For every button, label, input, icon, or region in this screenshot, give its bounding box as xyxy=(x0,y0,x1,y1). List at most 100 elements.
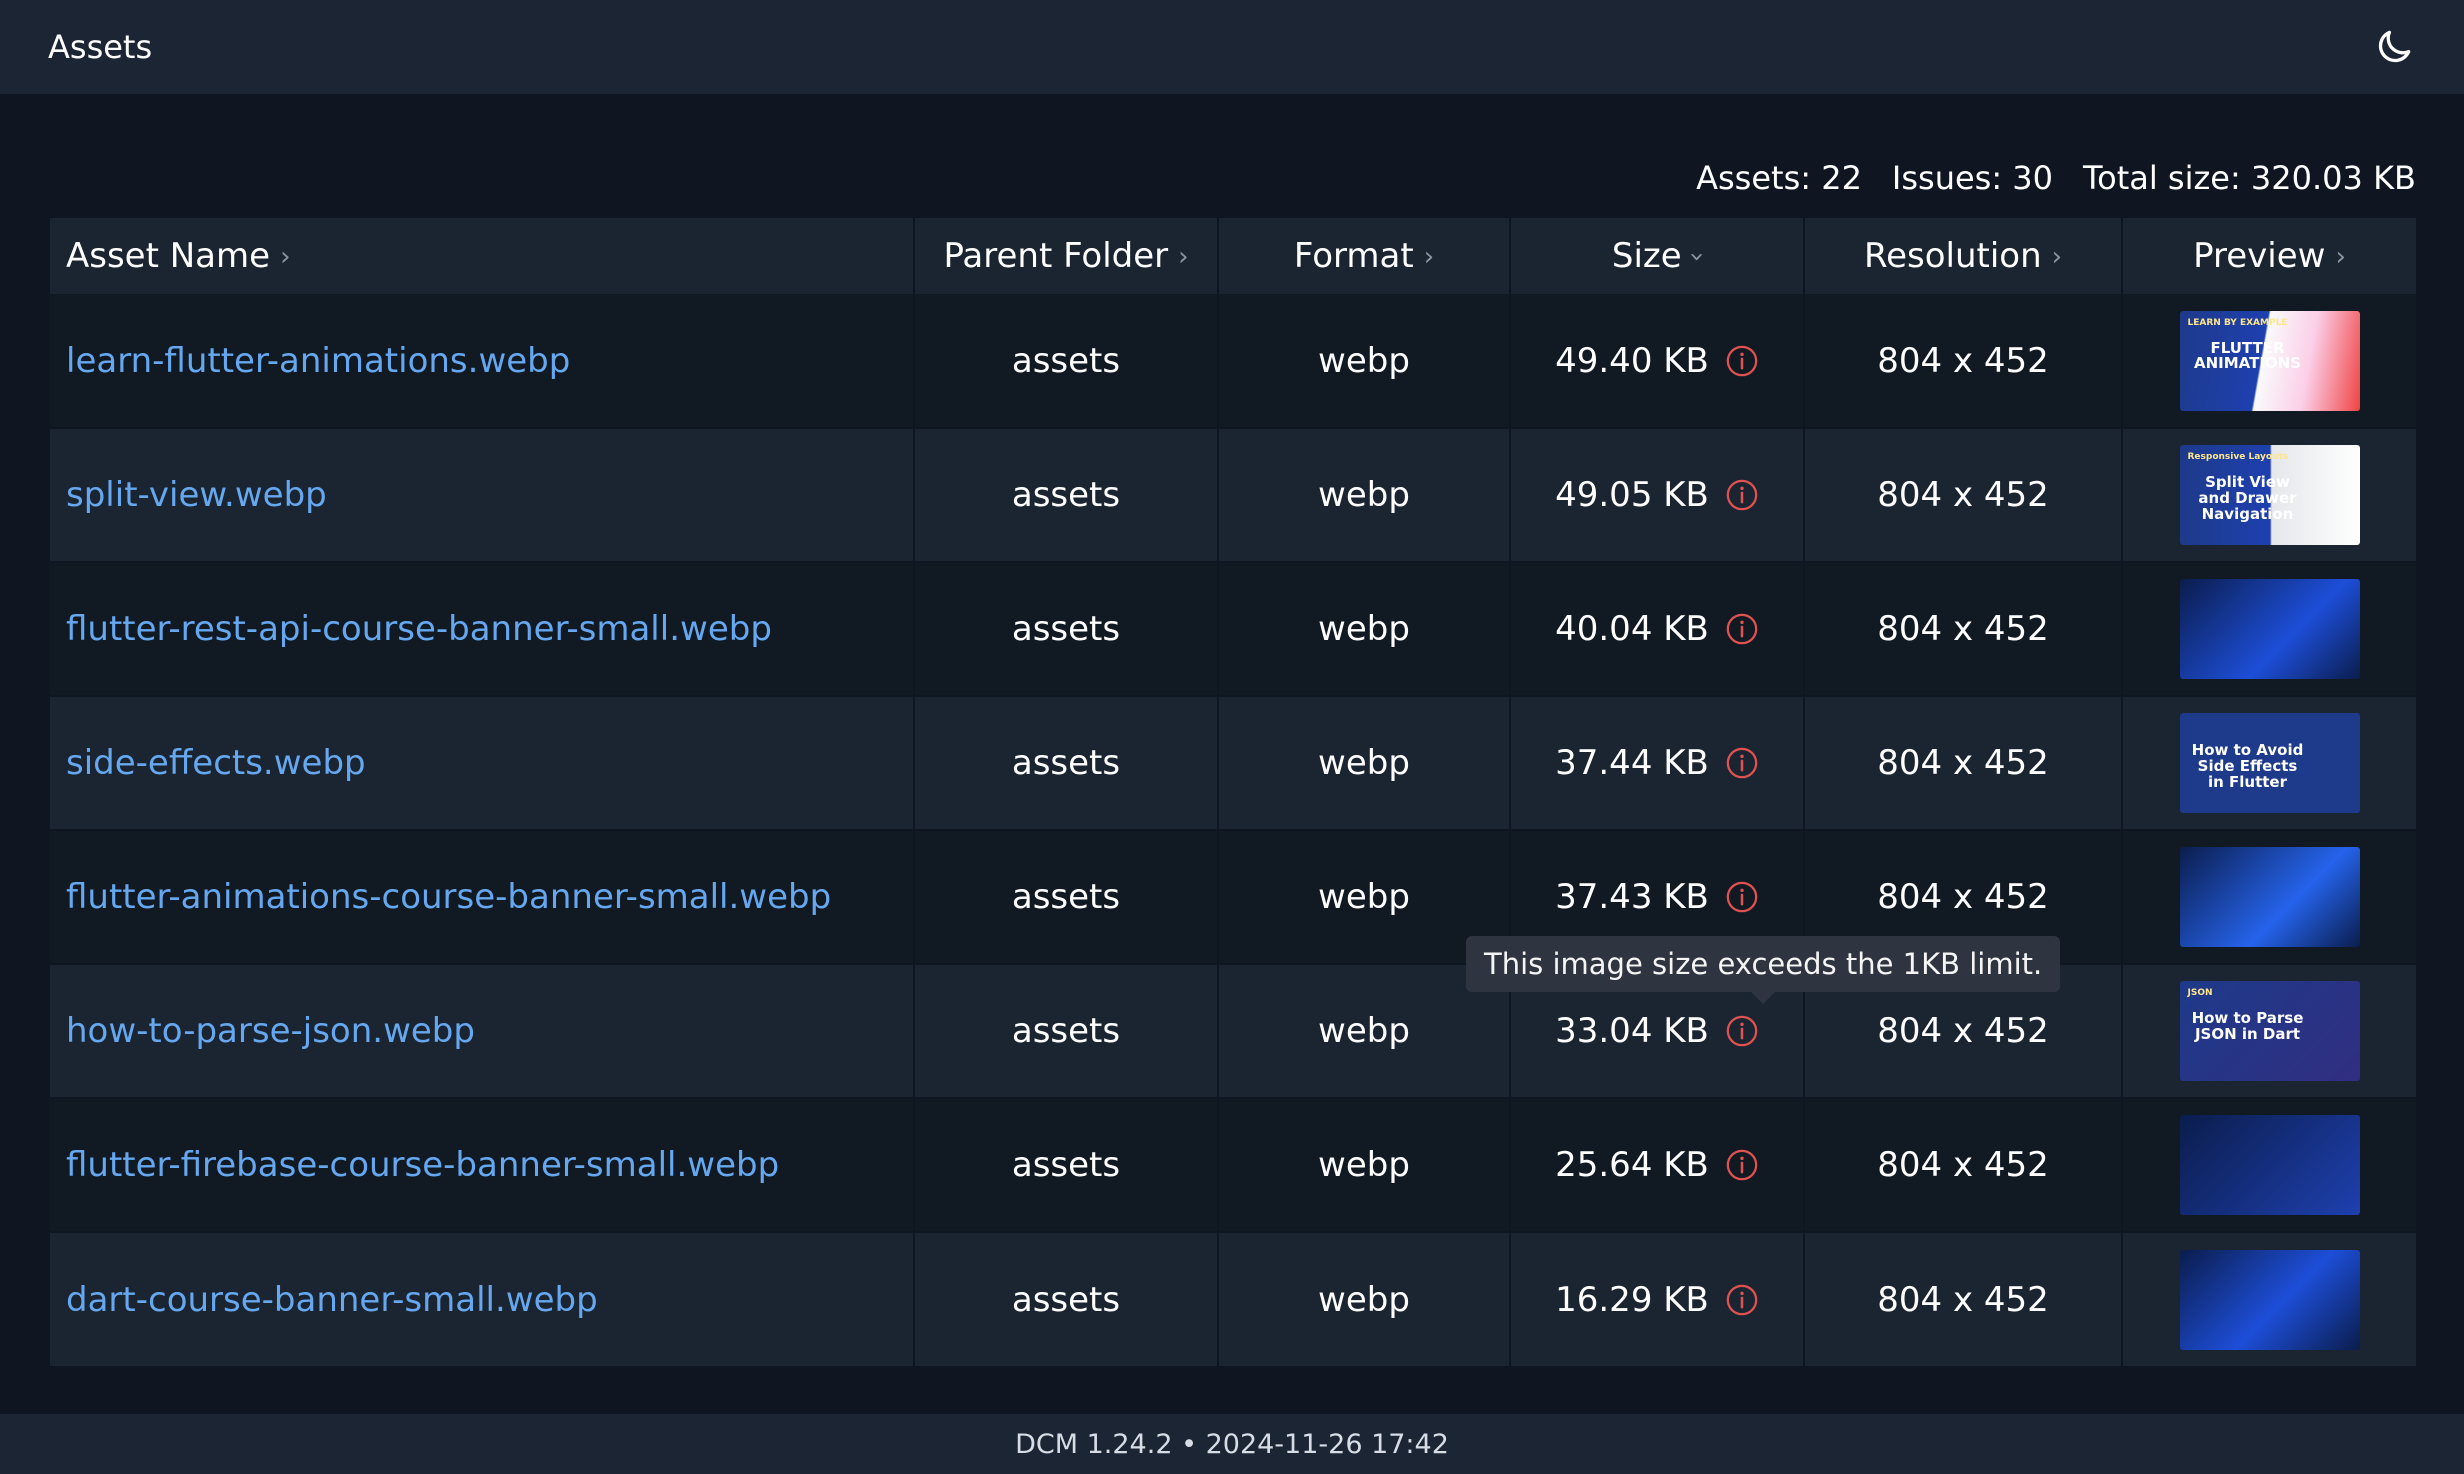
asset-name-link[interactable]: learn-flutter-animations.webp xyxy=(66,341,570,381)
format-cell: webp xyxy=(1218,695,1511,830)
preview-subtitle: JSON xyxy=(2187,988,2213,998)
size-limit-tooltip: This image size exceeds the 1KB limit. xyxy=(1466,936,2061,1004)
chevron-right-icon: › xyxy=(280,242,291,272)
size-cell: 40.04 KB xyxy=(1510,561,1805,696)
resolution-cell: 804 x 452 xyxy=(1804,561,2123,696)
table-row: dart-course-banner-small.webp assets web… xyxy=(50,1231,2416,1366)
parent-folder-cell: assets xyxy=(914,427,1219,562)
issues-count: Issues: 30 xyxy=(1891,159,2054,197)
column-header-asset-name[interactable]: Asset Name › xyxy=(50,218,915,294)
table-row: flutter-rest-api-course-banner-small.web… xyxy=(50,561,2416,696)
parent-folder-cell: assets xyxy=(914,695,1219,830)
asset-name-link[interactable]: side-effects.webp xyxy=(66,743,366,783)
size-value: 16.29 KB xyxy=(1555,1279,1709,1320)
parent-folder-cell: assets xyxy=(914,963,1219,1098)
size-cell: 37.44 KB xyxy=(1510,695,1805,830)
preview-thumbnail[interactable] xyxy=(2179,847,2360,947)
format-cell: webp xyxy=(1218,294,1511,428)
asset-name-link[interactable]: split-view.webp xyxy=(66,475,327,515)
table-row: flutter-animations-course-banner-small.w… xyxy=(50,829,2416,964)
total-size: Total size: 320.03 KB xyxy=(2083,159,2416,197)
preview-title: How to Avoid Side Effects in Flutter xyxy=(2191,741,2304,791)
format-cell: webp xyxy=(1218,561,1511,696)
asset-name-link[interactable]: dart-course-banner-small.webp xyxy=(66,1280,598,1320)
footer: DCM 1.24.2 • 2024-11-26 17:42 xyxy=(0,1414,2464,1474)
table-header-row: Asset Name › Parent Folder › Format › Size›… xyxy=(50,218,2416,294)
preview-cell xyxy=(2122,1231,2416,1366)
column-header-preview[interactable]: Preview › xyxy=(2122,218,2416,294)
parent-folder-cell: assets xyxy=(914,829,1219,964)
info-icon[interactable] xyxy=(1725,746,1759,780)
preview-thumbnail[interactable] xyxy=(2179,579,2360,679)
asset-name-cell: side-effects.webp xyxy=(50,695,915,830)
size-value: 49.40 KB xyxy=(1555,340,1709,381)
preview-title: How to Parse JSON in Dart xyxy=(2191,1009,2304,1043)
info-icon[interactable] xyxy=(1725,880,1759,914)
info-icon[interactable] xyxy=(1725,612,1759,646)
asset-name-cell: flutter-firebase-course-banner-small.web… xyxy=(50,1097,915,1232)
preview-cell xyxy=(2122,561,2416,696)
asset-name-link[interactable]: flutter-firebase-course-banner-small.web… xyxy=(66,1145,779,1185)
format-cell: webp xyxy=(1218,1231,1511,1366)
preview-cell: How to Avoid Side Effects in Flutter xyxy=(2122,695,2416,830)
summary-stats: Assets: 22 Issues: 30 Total size: 320.03… xyxy=(1696,150,2416,206)
size-cell: 25.64 KB xyxy=(1510,1097,1805,1232)
asset-name-cell: flutter-animations-course-banner-small.w… xyxy=(50,829,915,964)
column-header-format[interactable]: Format › xyxy=(1218,218,1511,294)
assets-table: Asset Name › Parent Folder › Format › Size›… xyxy=(50,218,2416,1366)
preview-cell: LEARN BY EXAMPLE FLUTTER ANIMATIONS xyxy=(2122,294,2416,428)
resolution-cell: 804 x 452 xyxy=(1804,1231,2123,1366)
chevron-right-icon: › xyxy=(2051,242,2063,272)
size-value: 40.04 KB xyxy=(1555,609,1709,649)
column-header-parent-folder[interactable]: Parent Folder › xyxy=(914,218,1219,294)
asset-name-link[interactable]: how-to-parse-json.webp xyxy=(66,1011,475,1051)
size-cell: 49.40 KB xyxy=(1510,294,1805,428)
resolution-cell: 804 x 452 xyxy=(1804,294,2123,428)
chevron-right-icon: › xyxy=(2335,242,2346,272)
preview-thumbnail[interactable]: LEARN BY EXAMPLE FLUTTER ANIMATIONS xyxy=(2179,310,2360,411)
format-cell: webp xyxy=(1218,427,1511,562)
assets-count: Assets: 22 xyxy=(1696,159,1862,197)
chevron-right-icon: › xyxy=(1423,242,1435,272)
info-icon[interactable] xyxy=(1725,478,1759,512)
table-row: flutter-firebase-course-banner-small.web… xyxy=(50,1097,2416,1232)
preview-thumbnail[interactable]: Responsive Layouts Split View and Drawer… xyxy=(2179,445,2360,545)
parent-folder-cell: assets xyxy=(914,294,1219,428)
resolution-cell: 804 x 452 xyxy=(1804,1097,2123,1232)
column-header-resolution[interactable]: Resolution › xyxy=(1804,218,2123,294)
preview-subtitle: LEARN BY EXAMPLE xyxy=(2187,317,2288,328)
info-icon[interactable] xyxy=(1725,1014,1759,1048)
table-row: learn-flutter-animations.webp assets web… xyxy=(50,294,2416,428)
chevron-down-icon: › xyxy=(1681,251,1712,263)
asset-name-cell: learn-flutter-animations.webp xyxy=(50,294,915,428)
preview-thumbnail[interactable] xyxy=(2179,1249,2360,1350)
info-icon[interactable] xyxy=(1725,344,1759,378)
table-row: side-effects.webp assets webp 37.44 KB 8… xyxy=(50,695,2416,830)
preview-thumbnail[interactable]: JSON How to Parse JSON in Dart xyxy=(2179,981,2360,1081)
size-cell: 16.29 KB xyxy=(1510,1231,1805,1366)
parent-folder-cell: assets xyxy=(914,1231,1219,1366)
size-value: 37.44 KB xyxy=(1555,743,1709,783)
page-title: Assets xyxy=(48,28,153,66)
preview-thumbnail[interactable]: How to Avoid Side Effects in Flutter xyxy=(2179,713,2360,813)
preview-cell: JSON How to Parse JSON in Dart xyxy=(2122,963,2416,1098)
size-value: 25.64 KB xyxy=(1555,1145,1709,1185)
preview-cell: Responsive Layouts Split View and Drawer… xyxy=(2122,427,2416,562)
info-icon[interactable] xyxy=(1725,1148,1759,1182)
moon-icon[interactable] xyxy=(2372,25,2416,69)
size-cell: 49.05 KB xyxy=(1510,427,1805,562)
table-row: split-view.webp assets webp 49.05 KB 804… xyxy=(50,427,2416,562)
column-header-size[interactable]: Size› xyxy=(1510,218,1805,294)
top-bar: Assets xyxy=(0,0,2464,94)
asset-name-cell: how-to-parse-json.webp xyxy=(50,963,915,1098)
preview-title: FLUTTER ANIMATIONS xyxy=(2193,338,2302,373)
resolution-cell: 804 x 452 xyxy=(1804,427,2123,562)
table-row: how-to-parse-json.webp assets webp 33.04… xyxy=(50,963,2416,1098)
preview-thumbnail[interactable] xyxy=(2179,1115,2360,1215)
asset-name-link[interactable]: flutter-animations-course-banner-small.w… xyxy=(66,877,831,917)
parent-folder-cell: assets xyxy=(914,1097,1219,1232)
preview-subtitle: Responsive Layouts xyxy=(2187,452,2289,462)
info-icon[interactable] xyxy=(1725,1283,1759,1317)
asset-name-link[interactable]: flutter-rest-api-course-banner-small.web… xyxy=(66,609,772,649)
size-value: 37.43 KB xyxy=(1555,877,1709,917)
